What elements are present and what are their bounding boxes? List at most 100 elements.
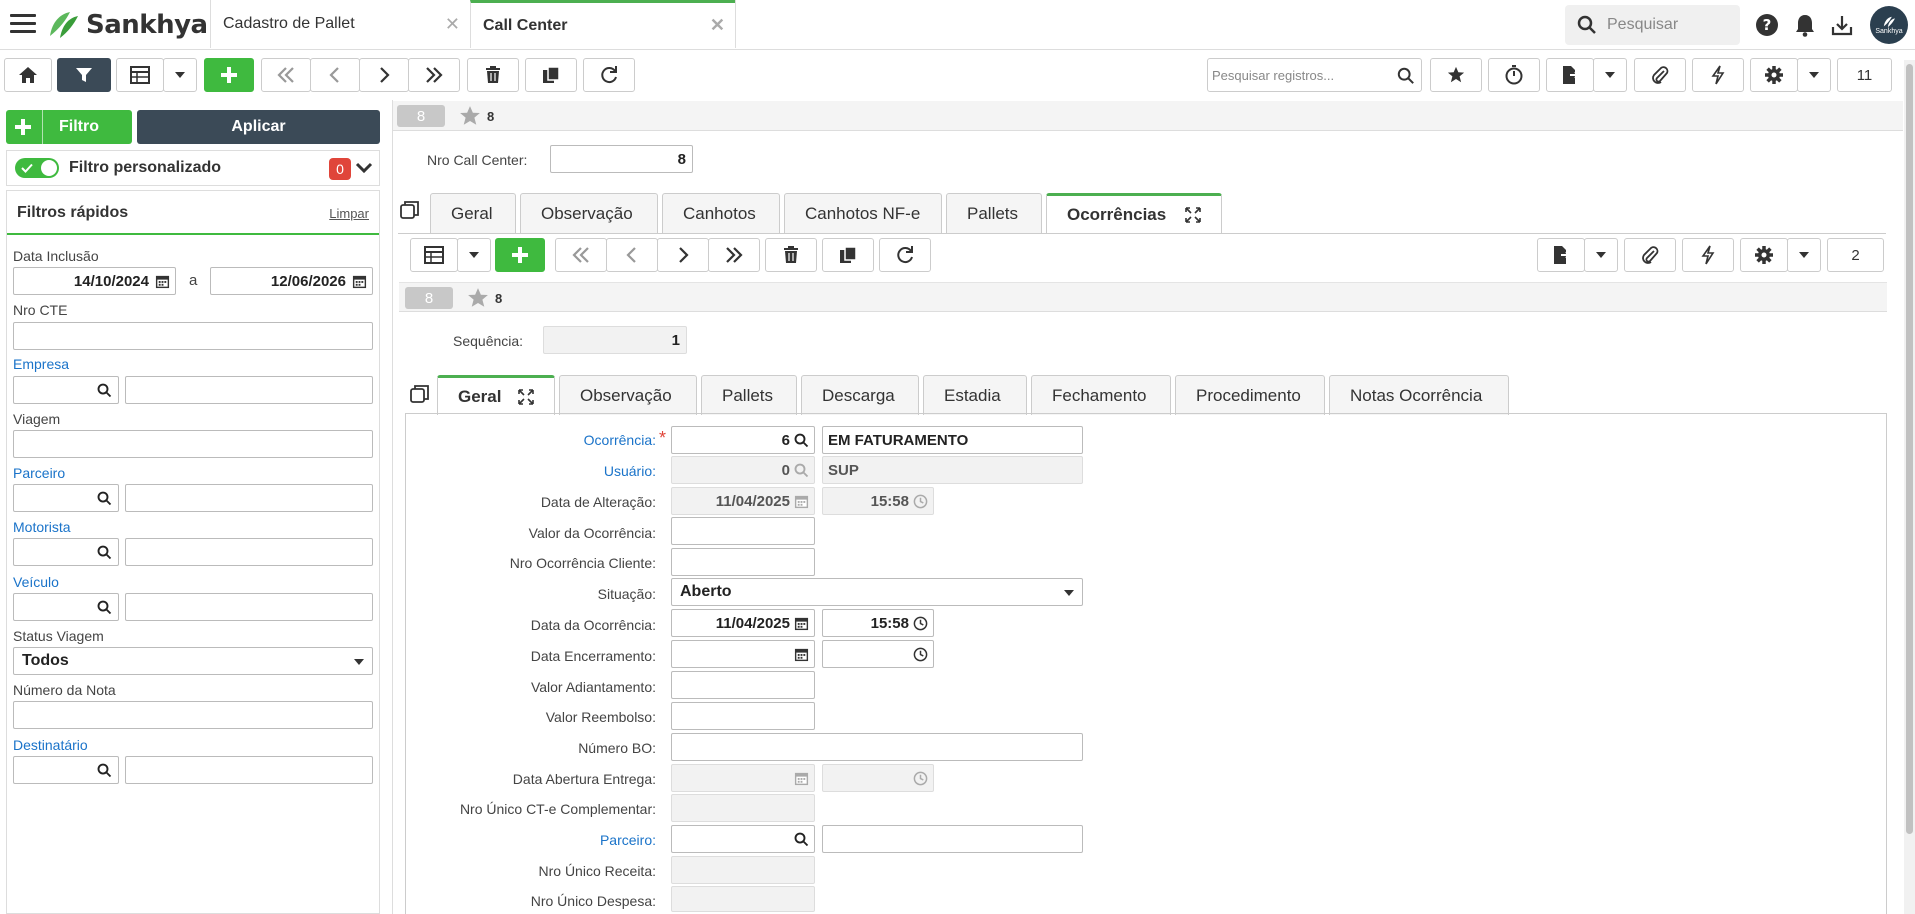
timer-button[interactable] — [1488, 58, 1540, 92]
actions-button[interactable] — [1692, 58, 1744, 92]
calendar-icon[interactable] — [794, 647, 809, 662]
custom-filter-toggle[interactable] — [15, 158, 59, 178]
prev-record-button[interactable] — [310, 58, 360, 92]
calendar-icon[interactable] — [352, 274, 367, 289]
destinatario-desc-field[interactable] — [125, 756, 373, 784]
subtab-descarga[interactable]: Descarga — [801, 375, 919, 415]
parceiro-form-desc-field[interactable] — [822, 825, 1083, 853]
data-encerramento-date-field[interactable] — [671, 640, 815, 668]
add-record-button[interactable] — [204, 58, 254, 92]
brand-logo[interactable]: Sankhya — [46, 8, 208, 42]
subtab-fechamento[interactable]: Fechamento — [1031, 375, 1171, 415]
sub-export-dropdown[interactable] — [1584, 238, 1618, 272]
subtab-estadia[interactable]: Estadia — [923, 375, 1027, 415]
search-icon[interactable] — [97, 545, 112, 560]
apply-button[interactable]: Aplicar — [137, 110, 380, 144]
sub-prev-button[interactable] — [606, 238, 658, 272]
grid-view-dropdown[interactable] — [163, 58, 197, 92]
nro-call-center-field[interactable]: 8 — [550, 145, 693, 173]
sub-next-button[interactable] — [657, 238, 709, 272]
sub-refresh-button[interactable] — [879, 238, 931, 272]
avatar[interactable]: Sankhya — [1870, 6, 1908, 44]
settings-button[interactable] — [1750, 58, 1798, 92]
sub-delete-button[interactable] — [765, 238, 817, 272]
export-button[interactable] — [1546, 58, 1594, 92]
valor-ocorrencia-field[interactable] — [671, 517, 815, 545]
veiculo-code-field[interactable] — [13, 593, 119, 621]
search-icon[interactable] — [794, 832, 809, 847]
tab-ocorrencias[interactable]: Ocorrências — [1046, 193, 1222, 233]
download-icon[interactable] — [1829, 12, 1855, 38]
tab-cadastro-pallet[interactable]: Cadastro de Pallet ✕ — [210, 0, 470, 48]
calendar-icon[interactable] — [155, 274, 170, 289]
empresa-label[interactable]: Empresa — [13, 356, 69, 372]
numero-nota-field[interactable] — [13, 701, 373, 729]
next-record-button[interactable] — [359, 58, 409, 92]
subtab-geral[interactable]: Geral — [437, 375, 555, 415]
data-inclusao-from-field[interactable]: 14/10/2024 — [13, 267, 176, 295]
sub-export-button[interactable] — [1537, 238, 1585, 272]
motorista-label[interactable]: Motorista — [13, 519, 71, 535]
record-search-input[interactable]: Pesquisar registros... — [1207, 58, 1422, 92]
ocorrencia-code-field[interactable]: 6 — [671, 426, 815, 454]
sub-grid-view-dropdown[interactable] — [457, 238, 491, 272]
viagem-field[interactable] — [13, 430, 373, 458]
bell-icon[interactable] — [1792, 12, 1818, 38]
data-ocorrencia-time-field[interactable]: 15:58 — [822, 609, 934, 637]
clock-icon[interactable] — [913, 616, 928, 631]
add-filter-button[interactable]: Filtro — [6, 110, 132, 144]
clear-filters-link[interactable]: Limpar — [329, 206, 369, 221]
search-icon[interactable] — [794, 433, 809, 448]
chevron-down-icon[interactable] — [355, 161, 373, 175]
motorista-code-field[interactable] — [13, 538, 119, 566]
sub-grid-view-button[interactable] — [410, 238, 458, 272]
copy-subtab-icon[interactable] — [410, 384, 432, 406]
search-icon[interactable] — [97, 383, 112, 398]
close-icon[interactable]: ✕ — [445, 14, 460, 35]
settings-dropdown[interactable] — [1797, 58, 1831, 92]
attachment-button[interactable] — [1634, 58, 1686, 92]
tab-geral[interactable]: Geral — [430, 193, 516, 233]
nro-ocorrencia-cliente-field[interactable] — [671, 548, 815, 576]
usuario-label[interactable]: Usuário: — [604, 463, 656, 479]
search-icon[interactable] — [1397, 67, 1415, 85]
numero-bo-field[interactable] — [671, 733, 1083, 761]
grid-view-button[interactable] — [116, 58, 164, 92]
situacao-select[interactable]: Aberto — [671, 578, 1083, 606]
duplicate-button[interactable] — [525, 58, 577, 92]
star-icon[interactable] — [467, 287, 489, 309]
last-record-button[interactable] — [408, 58, 460, 92]
scrollbar[interactable] — [1904, 60, 1915, 914]
destinatario-label[interactable]: Destinatário — [13, 737, 88, 753]
tab-call-center[interactable]: Call Center ✕ — [470, 0, 735, 48]
close-icon[interactable]: ✕ — [710, 15, 725, 36]
search-icon[interactable] — [97, 491, 112, 506]
refresh-button[interactable] — [583, 58, 635, 92]
sub-attachment-button[interactable] — [1624, 238, 1676, 272]
empresa-desc-field[interactable] — [125, 376, 373, 404]
copy-tab-icon[interactable] — [400, 200, 422, 222]
valor-adiantamento-field[interactable] — [671, 671, 815, 699]
parceiro-label[interactable]: Parceiro — [13, 465, 65, 481]
ocorrencia-desc-field[interactable]: EM FATURAMENTO — [822, 426, 1083, 454]
sub-add-button[interactable] — [495, 238, 545, 272]
nro-cte-field[interactable] — [13, 322, 373, 350]
first-record-button[interactable] — [261, 58, 311, 92]
favorite-button[interactable] — [1430, 58, 1482, 92]
status-viagem-select[interactable]: Todos — [13, 647, 373, 675]
veiculo-label[interactable]: Veículo — [13, 574, 59, 590]
empresa-code-field[interactable] — [13, 376, 119, 404]
expand-icon[interactable] — [1185, 206, 1201, 223]
parceiro-desc-field[interactable] — [125, 484, 373, 512]
parceiro-code-field[interactable] — [13, 484, 119, 512]
tab-pallets[interactable]: Pallets — [946, 193, 1042, 233]
tab-canhotos-nfe[interactable]: Canhotos NF-e — [784, 193, 942, 233]
subtab-notas-ocorrencia[interactable]: Notas Ocorrência — [1329, 375, 1509, 415]
valor-reembolso-field[interactable] — [671, 702, 815, 730]
parceiro-form-code-field[interactable] — [671, 825, 815, 853]
sub-settings-dropdown[interactable] — [1787, 238, 1821, 272]
sub-last-button[interactable] — [708, 238, 760, 272]
data-inclusao-to-field[interactable]: 12/06/2026 — [210, 267, 373, 295]
expand-icon[interactable] — [518, 388, 534, 405]
menu-icon[interactable] — [10, 14, 36, 34]
